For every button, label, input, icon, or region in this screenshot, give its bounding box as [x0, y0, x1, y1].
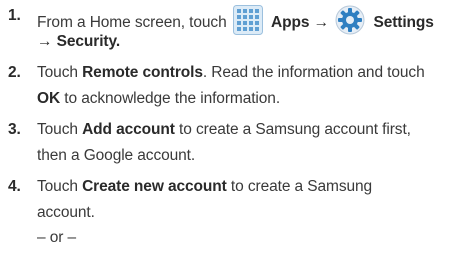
- step-number: 2.: [8, 64, 21, 81]
- apps-label: Apps: [271, 14, 310, 31]
- instruction-page: 1. From a Home screen, touch Apps → Sett…: [0, 0, 472, 269]
- step-number: 4.: [8, 178, 21, 195]
- step-text: From a Home screen, touch: [37, 14, 227, 31]
- apps-grid-icon: [232, 5, 263, 35]
- ok-label: OK: [37, 89, 61, 107]
- arrow: →: [37, 32, 53, 50]
- step-number: 1.: [8, 7, 21, 24]
- step-number: 3.: [8, 121, 21, 138]
- settings-gear-icon: [335, 5, 365, 35]
- settings-label: Settings: [373, 14, 434, 31]
- or-separator: – or –: [37, 229, 77, 246]
- add-account-label: Add account: [82, 121, 175, 138]
- remote-controls-label: Remote controls: [82, 64, 203, 81]
- security-label: Security: [56, 32, 116, 50]
- arrow: →: [313, 14, 330, 31]
- create-new-account-label: Create new account: [82, 178, 227, 195]
